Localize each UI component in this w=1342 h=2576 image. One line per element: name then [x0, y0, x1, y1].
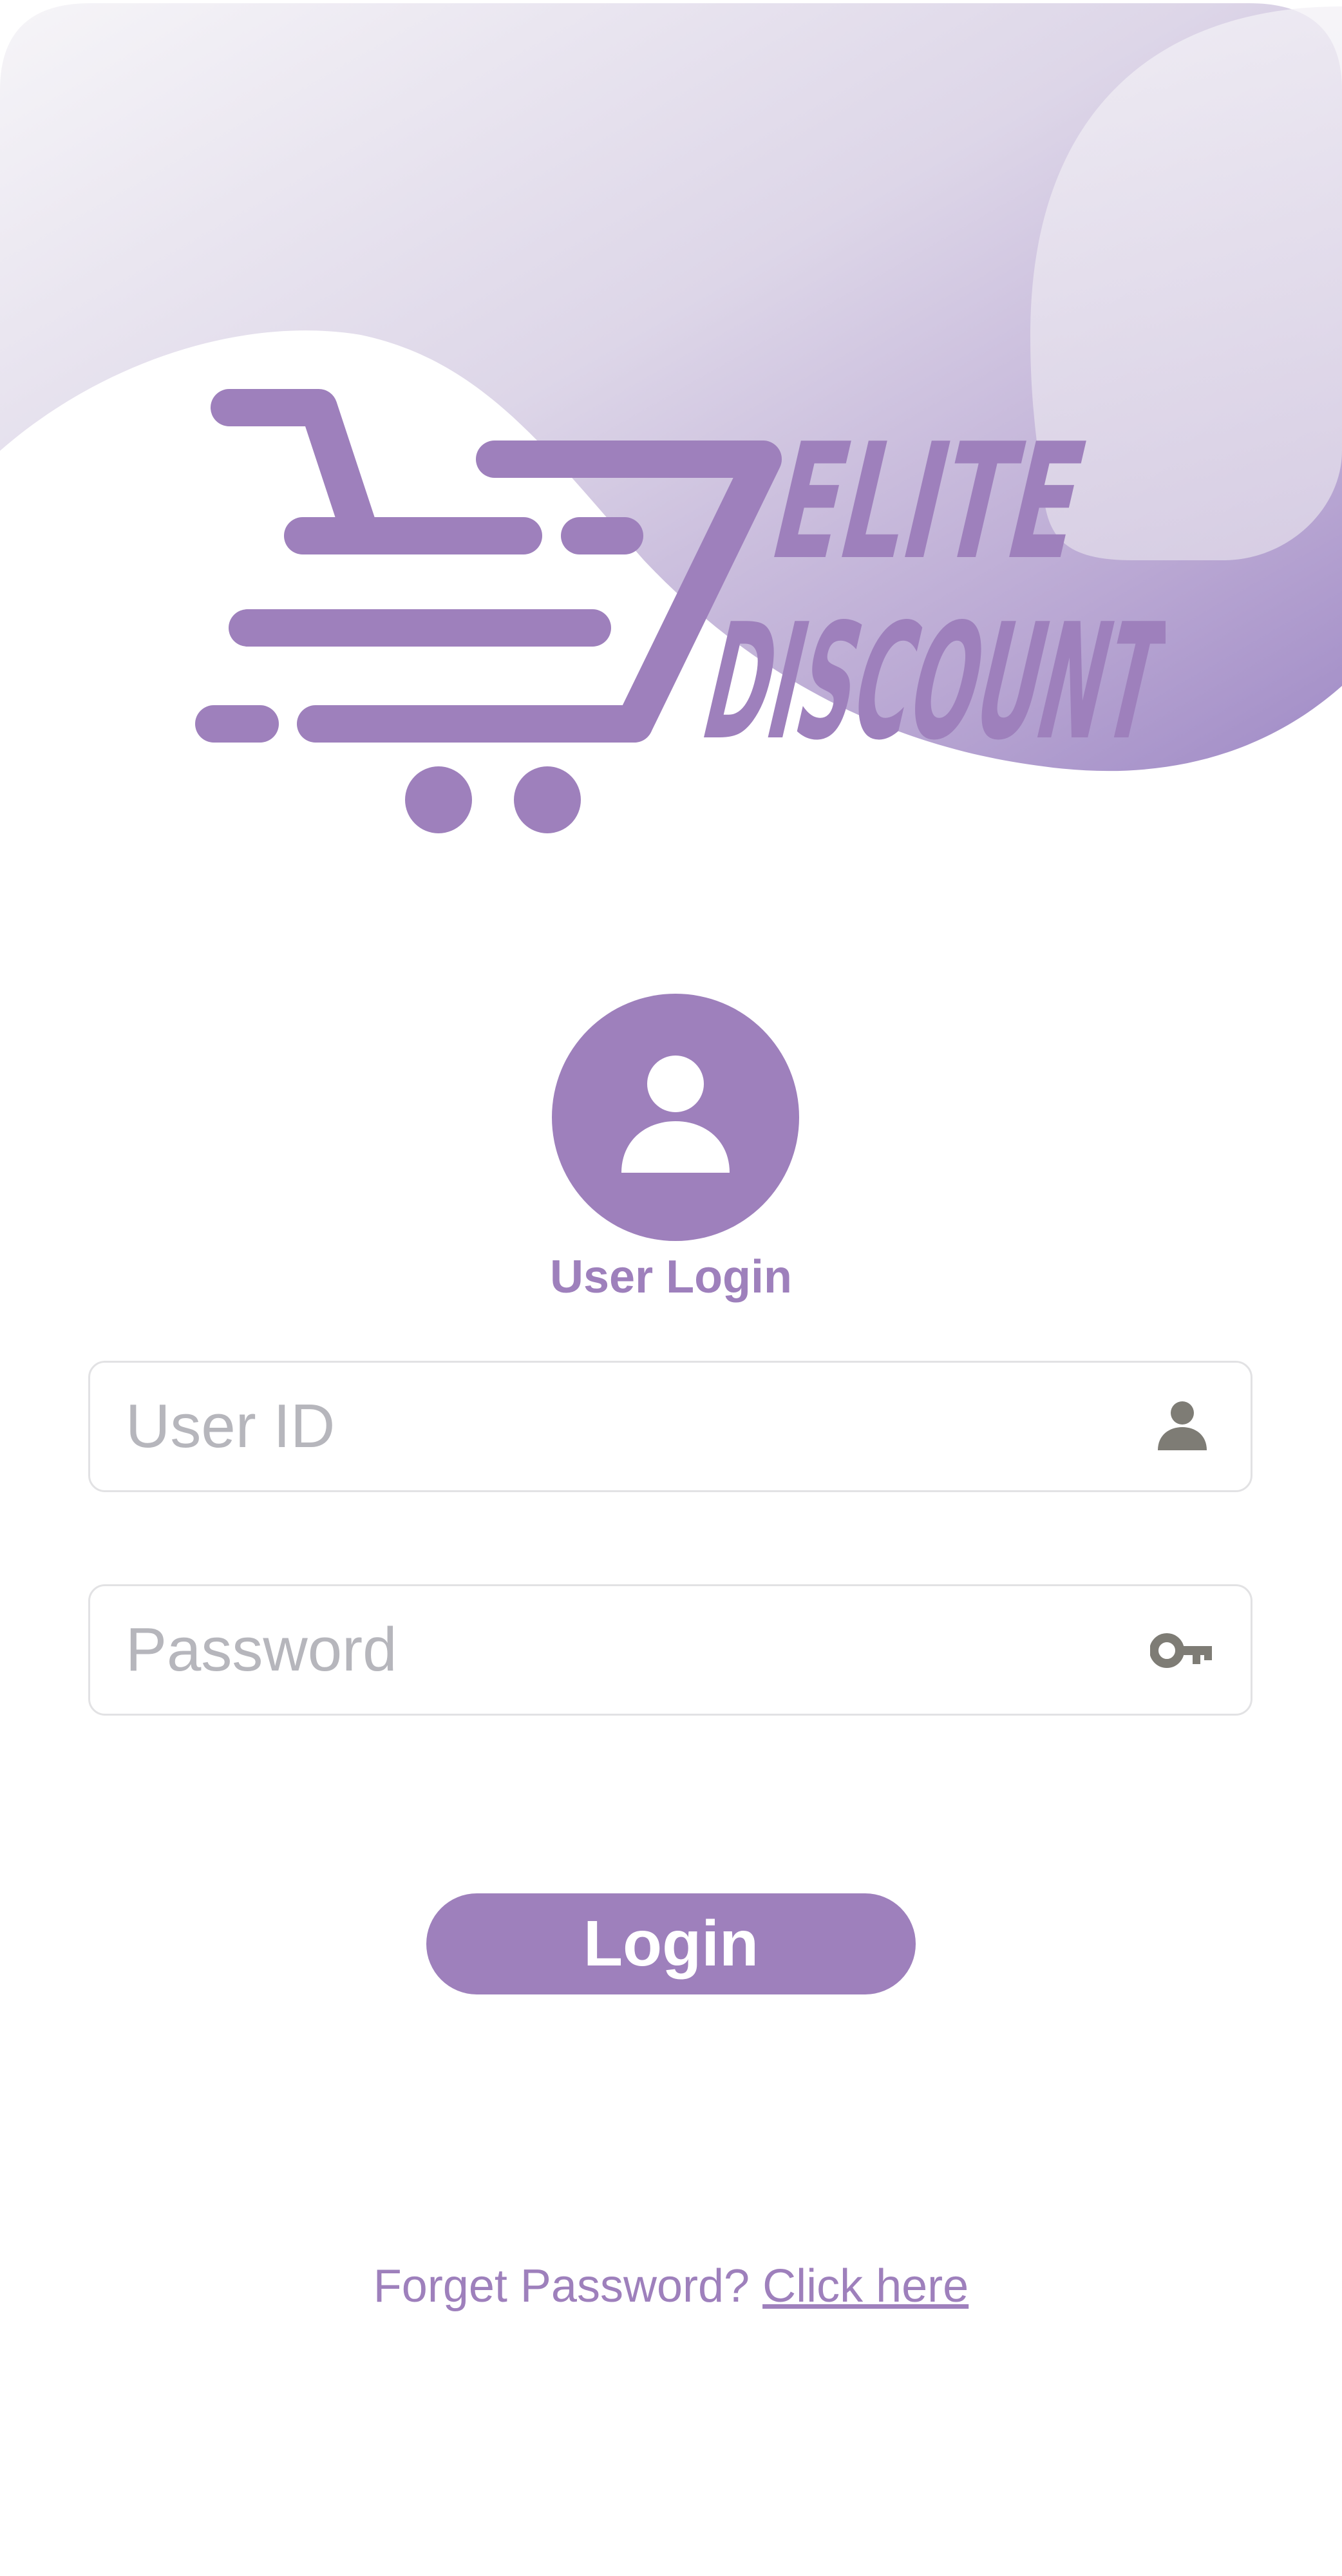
logo-text-discount: DISCOUNT [688, 590, 1166, 775]
elite-discount-logo: ELITE DISCOUNT [195, 389, 1166, 833]
shopping-cart-icon [195, 389, 782, 743]
forgot-password-text: Forget Password? [373, 2260, 750, 2312]
password-field-container [88, 1584, 1252, 1716]
login-heading: User Login [549, 1251, 793, 1303]
user-circle-icon [621, 1056, 730, 1173]
userid-field-container [88, 1361, 1252, 1492]
login-screen: ELITE DISCOUNT User Login Login Forget P… [0, 0, 1342, 2576]
login-button[interactable]: Login [426, 1893, 916, 1994]
forgot-password-row: Forget Password? Click here [0, 2254, 1342, 2318]
logo-text-elite: ELITE [756, 410, 1102, 595]
cart-wheel-icon [405, 766, 472, 833]
user-icon [1158, 1401, 1207, 1450]
userid-input[interactable] [126, 1363, 1130, 1490]
password-input[interactable] [126, 1586, 1130, 1714]
user-login-avatar [552, 994, 799, 1241]
cart-wheel-icon [514, 766, 581, 833]
forgot-password-link[interactable]: Click here [762, 2260, 969, 2312]
key-icon [1150, 1633, 1212, 1668]
